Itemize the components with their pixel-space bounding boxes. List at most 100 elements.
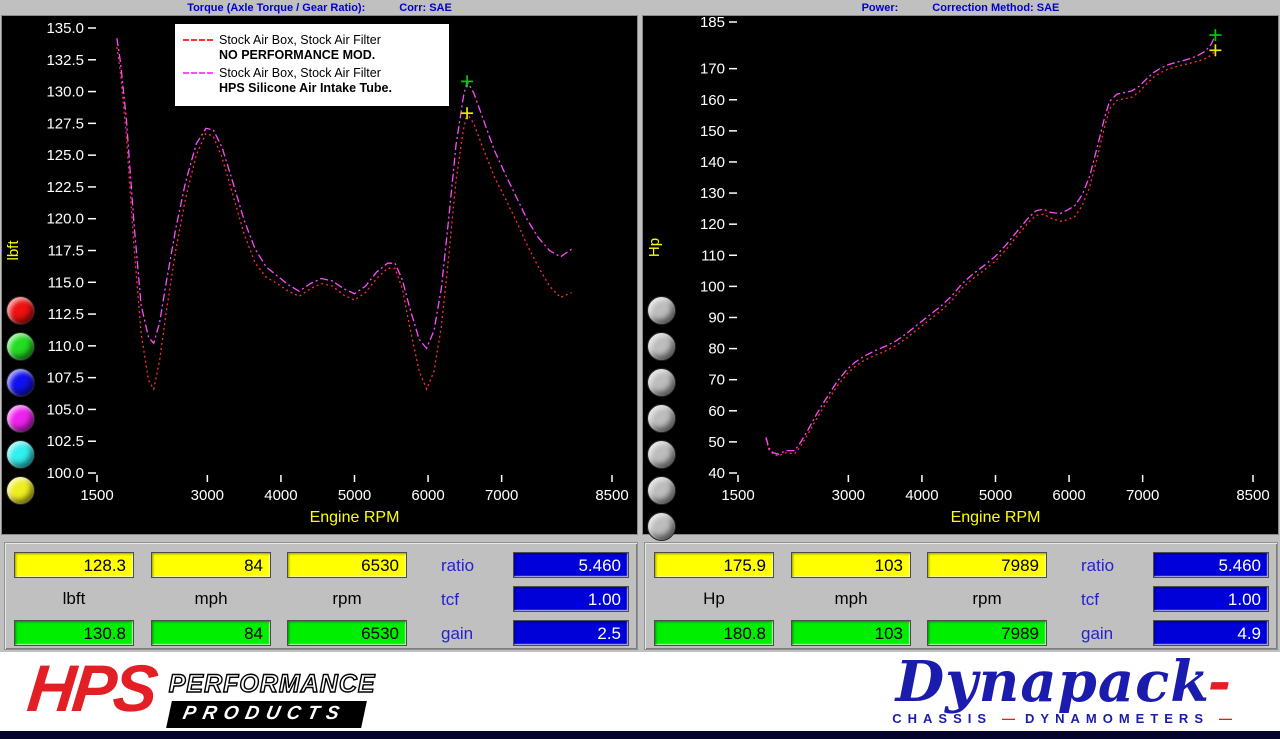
svg-text:100: 100 <box>700 278 725 295</box>
channel-button-blue[interactable] <box>6 368 35 397</box>
dynapack-chassis-text: CHASSIS <box>892 711 992 726</box>
channel-button-cyan[interactable] <box>6 440 35 469</box>
svg-text:3000: 3000 <box>832 487 865 504</box>
channel-button-yellow[interactable] <box>6 476 35 505</box>
torque-chart-area: 100.0102.5105.0107.5110.0112.5115.0117.5… <box>1 15 638 535</box>
channel-button-green[interactable] <box>6 332 35 361</box>
speed-unit-label: mph <box>791 583 911 615</box>
torque-run1-rpm: 6530 <box>287 552 407 578</box>
dynapack-dynamometers-text: DYNAMOMETERS <box>1025 711 1209 726</box>
dynapack-wordmark: Dynapack <box>896 649 1208 715</box>
svg-text:120: 120 <box>700 216 725 233</box>
chart-legend: Stock Air Box, Stock Air Filter NO PERFO… <box>174 23 450 107</box>
svg-text:117.5: 117.5 <box>48 243 84 260</box>
svg-text:115.0: 115.0 <box>48 274 84 291</box>
power-tcf-field[interactable]: 1.00 <box>1153 586 1269 612</box>
gain-label: gain <box>415 617 511 650</box>
channel-button-gray-5[interactable] <box>647 440 676 469</box>
svg-text:6000: 6000 <box>411 487 444 504</box>
rpm-unit-label: rpm <box>287 583 407 615</box>
power-channel-selector[interactable]: Power: <box>862 2 899 14</box>
tcf-label: tcf <box>1055 583 1151 616</box>
svg-text:110.0: 110.0 <box>48 338 84 355</box>
power-unit-label: Hp <box>654 583 774 615</box>
svg-text:6000: 6000 <box>1052 487 1085 504</box>
footer-logo-strip: HPS PERFORMANCE PRODUCTS Dynapack- CHASS… <box>0 652 1280 732</box>
svg-text:127.5: 127.5 <box>46 115 84 132</box>
bottom-status-bar <box>0 731 1280 739</box>
torque-run2-speed: 84 <box>151 620 271 646</box>
torque-gain-field[interactable]: 2.5 <box>513 620 629 646</box>
dynapack-sub-dash-icon: — <box>1002 711 1015 726</box>
channel-button-gray-7[interactable] <box>647 512 676 541</box>
channel-button-gray-6[interactable] <box>647 476 676 505</box>
svg-text:50: 50 <box>708 434 725 451</box>
svg-text:110: 110 <box>701 247 725 264</box>
svg-text:1500: 1500 <box>721 487 754 504</box>
power-panel-header: Power: Correction Method: SAE <box>642 0 1279 15</box>
torque-correction-selector[interactable]: Corr: SAE <box>399 2 452 14</box>
svg-text:125.0: 125.0 <box>46 147 84 164</box>
svg-text:4000: 4000 <box>905 487 938 504</box>
svg-text:7000: 7000 <box>1126 487 1159 504</box>
svg-text:7000: 7000 <box>485 487 518 504</box>
torque-chart-panel: Torque (Axle Torque / Gear Ratio): Corr:… <box>1 0 638 535</box>
torque-channel-selector[interactable]: Torque (Axle Torque / Gear Ratio): <box>187 2 365 14</box>
svg-text:80: 80 <box>708 341 725 358</box>
tcf-label: tcf <box>415 583 511 616</box>
power-chart-panel: Power: Correction Method: SAE 4050607080… <box>642 0 1279 535</box>
svg-text:Engine RPM: Engine RPM <box>951 509 1041 526</box>
hps-performance-text: PERFORMANCE <box>169 670 376 699</box>
svg-text:8500: 8500 <box>595 487 628 504</box>
power-channel-buttons <box>647 296 676 541</box>
torque-ratio-field[interactable]: 5.460 <box>513 552 629 578</box>
svg-text:120.0: 120.0 <box>46 211 84 228</box>
torque-run2-peak-value: 130.8 <box>14 620 134 646</box>
power-run2-peak-value: 180.8 <box>654 620 774 646</box>
channel-button-gray-1[interactable] <box>647 296 676 325</box>
channel-button-gray-4[interactable] <box>647 404 676 433</box>
svg-text:132.5: 132.5 <box>46 52 84 69</box>
torque-unit-label: lbft <box>14 583 134 615</box>
dynapack-logo: Dynapack- CHASSIS — DYNAMOMETERS — <box>892 654 1232 726</box>
svg-text:140: 140 <box>700 154 725 171</box>
svg-text:1500: 1500 <box>80 487 113 504</box>
power-correction-selector[interactable]: Correction Method: SAE <box>932 2 1059 14</box>
torque-readout-panel: 128.3 84 6530 ratio 5.460 lbft mph rpm t… <box>4 542 638 650</box>
svg-text:90: 90 <box>708 309 725 326</box>
power-run2-rpm: 7989 <box>927 620 1047 646</box>
power-chart-area: 4050607080901001101201301401501601701851… <box>642 15 1279 535</box>
svg-text:100.0: 100.0 <box>46 465 84 482</box>
dynapack-dash: - <box>1208 649 1232 715</box>
speed-unit-label: mph <box>151 583 271 615</box>
legend-stock-line-sample <box>183 39 213 41</box>
rpm-unit-label: rpm <box>927 583 1047 615</box>
svg-text:135.0: 135.0 <box>46 20 84 37</box>
channel-button-magenta[interactable] <box>6 404 35 433</box>
svg-text:5000: 5000 <box>979 487 1012 504</box>
ratio-label: ratio <box>415 549 511 582</box>
svg-text:185: 185 <box>700 16 725 31</box>
svg-text:105.0: 105.0 <box>46 401 84 418</box>
hps-products-text: PRODUCTS <box>166 701 366 728</box>
power-ratio-field[interactable]: 5.460 <box>1153 552 1269 578</box>
channel-button-gray-2[interactable] <box>647 332 676 361</box>
svg-text:130: 130 <box>700 185 725 202</box>
torque-run2-rpm: 6530 <box>287 620 407 646</box>
power-gain-field[interactable]: 4.9 <box>1153 620 1269 646</box>
svg-text:160: 160 <box>700 92 725 109</box>
channel-button-gray-3[interactable] <box>647 368 676 397</box>
legend-hps-line2: HPS Silicone Air Intake Tube. <box>219 81 441 95</box>
power-run1-peak-value: 175.9 <box>654 552 774 578</box>
svg-text:107.5: 107.5 <box>46 370 84 387</box>
dyno-app-window: Torque (Axle Torque / Gear Ratio): Corr:… <box>0 0 1280 739</box>
svg-text:150: 150 <box>700 123 725 140</box>
power-readout-panel: 175.9 103 7989 ratio 5.460 Hp mph rpm tc… <box>644 542 1278 650</box>
svg-text:112.5: 112.5 <box>48 306 84 323</box>
torque-tcf-field[interactable]: 1.00 <box>513 586 629 612</box>
svg-text:lbft: lbft <box>5 240 22 261</box>
dynapack-sub-dash-icon: — <box>1219 711 1232 726</box>
svg-text:5000: 5000 <box>338 487 371 504</box>
svg-text:4000: 4000 <box>264 487 297 504</box>
channel-button-red[interactable] <box>6 296 35 325</box>
